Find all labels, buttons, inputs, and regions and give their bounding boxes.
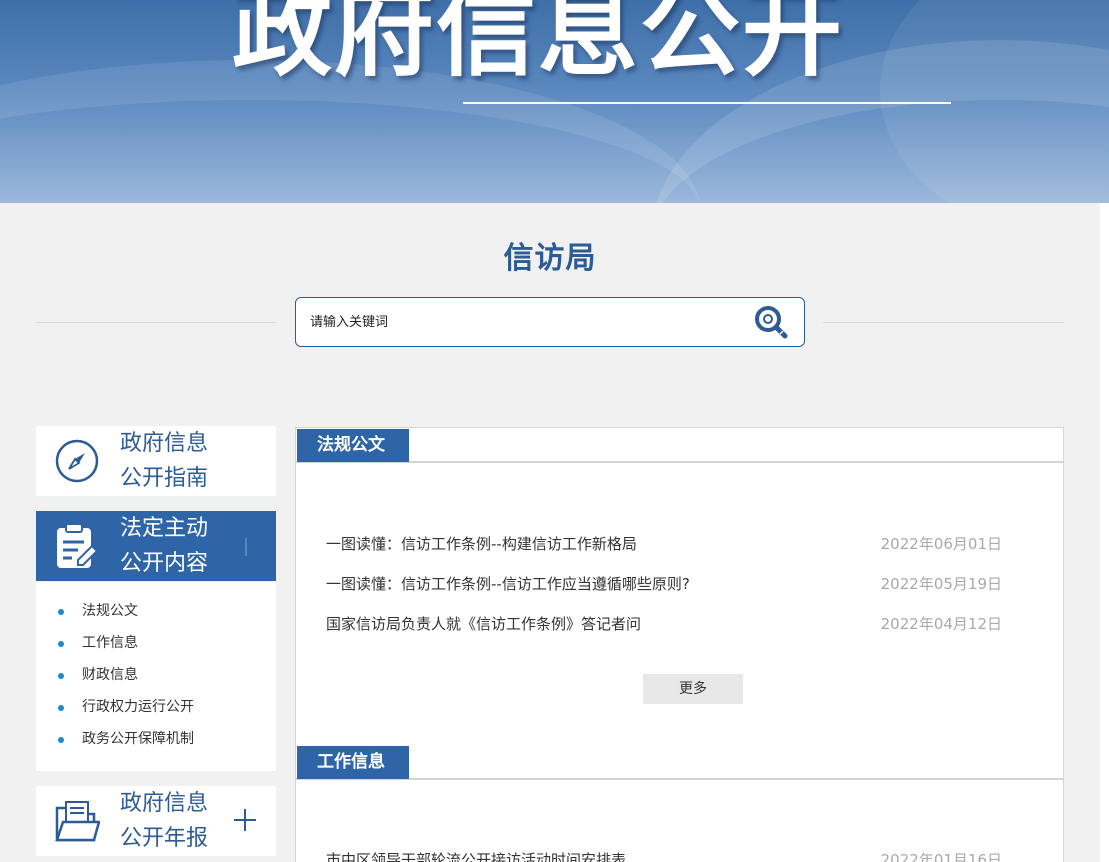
divider [245, 538, 247, 556]
search-button[interactable] [752, 304, 792, 342]
news-item[interactable]: 市中区领导干部轮流公开接访活动时间安排表 2022年01月16日 [326, 848, 1006, 862]
news-title[interactable]: 一图读懂：信访工作条例--构建信访工作新格局 [326, 532, 637, 556]
news-title[interactable]: 国家信访局负责人就《信访工作条例》答记者问 [326, 612, 641, 636]
news-item[interactable]: 国家信访局负责人就《信访工作条例》答记者问 2022年04月12日 [326, 612, 1006, 636]
sidebar-label: 法定主动 [120, 516, 209, 541]
banner-underline [463, 102, 951, 104]
sidebar-label: 公开内容 [120, 551, 209, 576]
sidebar-subitem[interactable]: 财政信息 [36, 662, 276, 694]
news-item[interactable]: 一图读懂：信访工作条例--信访工作应当遵循哪些原则? 2022年05月19日 [326, 572, 1006, 596]
sidebar-subitem[interactable]: 法规公文 [36, 598, 276, 630]
divider-left [36, 322, 276, 323]
news-title[interactable]: 一图读懂：信访工作条例--信访工作应当遵循哪些原则? [326, 572, 690, 596]
divider-right [823, 322, 1064, 323]
sidebar-subitem[interactable]: 行政权力运行公开 [36, 694, 276, 726]
news-title[interactable]: 市中区领导干部轮流公开接访活动时间安排表 [326, 848, 626, 862]
sidebar-submenu: 法规公文 工作信息 财政信息 行政权力运行公开 政务公开保障机制 [36, 582, 276, 771]
news-item[interactable]: 一图读懂：信访工作条例--构建信访工作新格局 2022年06月01日 [326, 532, 1006, 556]
sidebar-item-active-content[interactable]: 法定主动 公开内容 [36, 511, 276, 581]
content-area: 信访局 政府信息 公开指南 [0, 203, 1100, 862]
sidebar-item-guide[interactable]: 政府信息 公开指南 [36, 426, 276, 496]
plus-icon[interactable] [234, 808, 258, 832]
main-panel: 法规公文 一图读懂：信访工作条例--构建信访工作新格局 2022年06月01日 … [295, 427, 1064, 862]
news-date: 2022年04月12日 [880, 615, 1002, 633]
compass-icon [55, 439, 99, 483]
search-input[interactable] [310, 310, 730, 334]
news-date: 2022年01月16日 [880, 851, 1002, 862]
sidebar-subitem[interactable]: 工作信息 [36, 630, 276, 662]
sidebar-label: 政府信息 [120, 431, 209, 456]
section-tab[interactable]: 工作信息 [297, 746, 409, 779]
sidebar-label: 公开指南 [120, 466, 209, 491]
sidebar-item-annual-report[interactable]: 政府信息 公开年报 [36, 786, 276, 856]
section-header: 法规公文 [296, 428, 1063, 463]
section-header: 工作信息 [296, 745, 1063, 780]
news-date: 2022年06月01日 [880, 535, 1002, 553]
folder-icon [55, 801, 100, 842]
section-tab[interactable]: 法规公文 [297, 429, 409, 462]
more-button[interactable]: 更多 [643, 674, 743, 704]
department-title: 信访局 [503, 241, 597, 276]
banner-title: 政府信息公开 [232, 0, 844, 90]
news-date: 2022年05月19日 [880, 575, 1002, 593]
sidebar-subitem[interactable]: 政务公开保障机制 [36, 726, 276, 758]
header-banner: 政府信息公开 [0, 0, 1109, 203]
search-box [295, 297, 805, 347]
search-icon [755, 306, 788, 339]
clipboard-icon [57, 523, 98, 568]
